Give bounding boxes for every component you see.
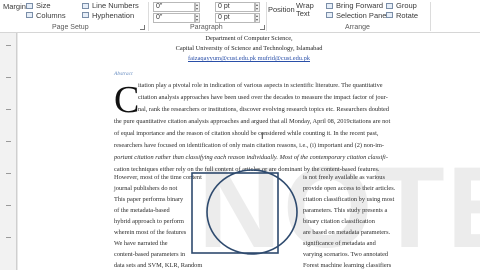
- size-icon: [26, 3, 33, 9]
- right-column-line: Forest machine learning classifiers: [303, 262, 392, 269]
- ruler-tick: [6, 205, 11, 206]
- left-column-line: journal publishers do not: [114, 185, 178, 192]
- left-column-line: hybrid approach to perform: [114, 218, 184, 225]
- left-column-line: wherein most of the features: [114, 229, 187, 236]
- rotate-button[interactable]: Rotate: [396, 11, 418, 20]
- bring-forward-button[interactable]: Bring Forward: [336, 1, 383, 10]
- ruler-tick: [6, 237, 11, 238]
- department-line: Department of Computer Science,: [205, 35, 293, 42]
- left-column-line: This paper performs binary: [114, 196, 184, 203]
- spacing-before-spinner[interactable]: [255, 2, 260, 12]
- page-setup-launcher-icon[interactable]: [140, 25, 145, 30]
- indent-left-input[interactable]: 0": [153, 2, 195, 12]
- group-label-page-setup: Page Setup: [52, 24, 89, 31]
- left-column-line: data sets and SVM, KLR, Random: [114, 262, 203, 269]
- ruler-tick: [6, 77, 11, 78]
- abstract-line-7: portant citation rather than classifying…: [114, 154, 388, 161]
- abstract-line-2: citation analysis approaches have been u…: [138, 94, 388, 101]
- selection-pane-button[interactable]: Selection Pane: [336, 11, 386, 20]
- line-numbers-icon: [82, 3, 89, 9]
- left-column-line: We have narrated the: [114, 240, 168, 247]
- abstract-line-4: the pure quantitative citation analysis …: [114, 118, 391, 125]
- wrap-text-button[interactable]: Wrap Text: [296, 2, 322, 18]
- left-column-line: However, most of the time content: [114, 174, 202, 181]
- left-column-line: content-based parameters in: [114, 251, 186, 258]
- indent-left-spinner[interactable]: [195, 2, 200, 12]
- position-button[interactable]: Position: [268, 5, 295, 14]
- right-column-line: are based on metadata parameters.: [303, 229, 391, 236]
- abstract-line-6: researchers have focused on identificati…: [114, 142, 385, 149]
- abstract-heading: Abstract: [114, 71, 133, 77]
- vertical-ruler[interactable]: [0, 33, 17, 270]
- ribbon: Margins Size Columns Line Numbers Hyphen…: [0, 0, 480, 33]
- ruler-tick: [6, 141, 11, 142]
- line-numbers-button[interactable]: Line Numbers: [92, 1, 139, 10]
- right-column-line: parameters. This study presents a: [303, 207, 388, 214]
- drop-cap-letter: C: [114, 79, 140, 121]
- right-column-line: binary citation classification: [303, 218, 375, 225]
- columns-icon: [26, 12, 33, 18]
- document-page[interactable]: NOTE Department of Computer Science, Cap…: [18, 33, 480, 270]
- separator: [266, 2, 267, 31]
- group-label-arrange: Arrange: [345, 24, 370, 31]
- ruler-tick: [6, 109, 11, 110]
- spacing-after-spinner[interactable]: [255, 13, 260, 23]
- rotate-icon: [386, 12, 393, 18]
- right-column-line: citation classification by using most: [303, 196, 395, 203]
- separator: [430, 2, 431, 31]
- right-column-line: is not freely available as various: [303, 174, 385, 181]
- separator: [148, 2, 149, 31]
- abstract-line-3: nal, rank the researchers or institution…: [138, 106, 390, 113]
- size-button[interactable]: Size: [36, 1, 51, 10]
- spacing-before-input[interactable]: 0 pt: [215, 2, 255, 12]
- hyphenation-button[interactable]: Hyphenation: [92, 11, 134, 20]
- indent-right-input[interactable]: 0": [153, 13, 195, 23]
- indent-right-spinner[interactable]: [195, 13, 200, 23]
- right-column-line: provide open access to their articles.: [303, 185, 396, 192]
- left-column-line: of the metadata-based: [114, 207, 170, 214]
- send-backward-icon: [326, 12, 333, 18]
- hyphenation-icon: [82, 12, 89, 18]
- ruler-tick: [6, 173, 11, 174]
- left-text-column: However, most of the time content journa…: [114, 172, 202, 270]
- abstract-line-5: of equal importance and the reason of ci…: [114, 130, 379, 137]
- group-label-paragraph: Paragraph: [190, 24, 223, 31]
- right-column-line: varying scenarios. Two annotated: [303, 251, 389, 258]
- columns-button[interactable]: Columns: [36, 11, 66, 20]
- author-emails[interactable]: faizaqayyum@cust.edu.pk mufrid@cust.edu.…: [18, 55, 480, 62]
- paragraph-launcher-icon[interactable]: [260, 25, 265, 30]
- right-text-column: is not freely available as various provi…: [303, 172, 395, 270]
- abstract-line-1: itation play a pivotal role in indicatio…: [138, 82, 383, 89]
- bring-forward-icon: [326, 3, 333, 9]
- university-line: Capital University of Science and Techno…: [175, 45, 323, 52]
- group-button[interactable]: Group: [396, 1, 417, 10]
- group-icon: [386, 3, 393, 9]
- right-column-line: significance of metadata and: [303, 240, 376, 247]
- text-cursor-icon: I: [261, 131, 264, 141]
- spacing-after-input[interactable]: 0 pt: [215, 13, 255, 23]
- ruler-tick: [6, 45, 11, 46]
